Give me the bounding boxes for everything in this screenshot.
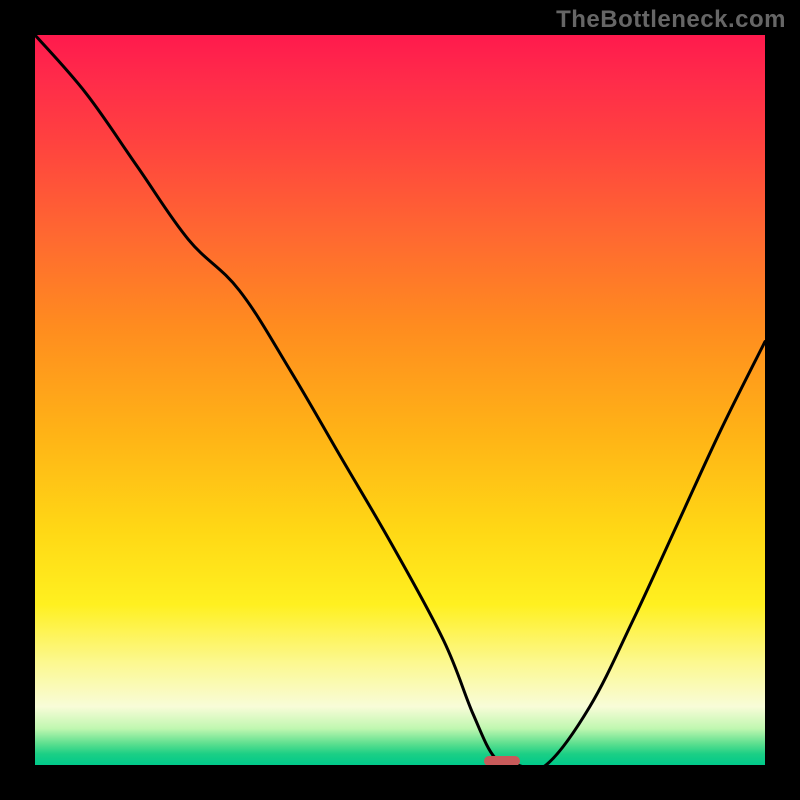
plot-area (35, 35, 765, 765)
watermark-label: TheBottleneck.com (556, 6, 786, 34)
bottleneck-curve (35, 35, 765, 765)
chart-frame: TheBottleneck.com (0, 0, 800, 800)
optimal-marker (484, 756, 521, 765)
